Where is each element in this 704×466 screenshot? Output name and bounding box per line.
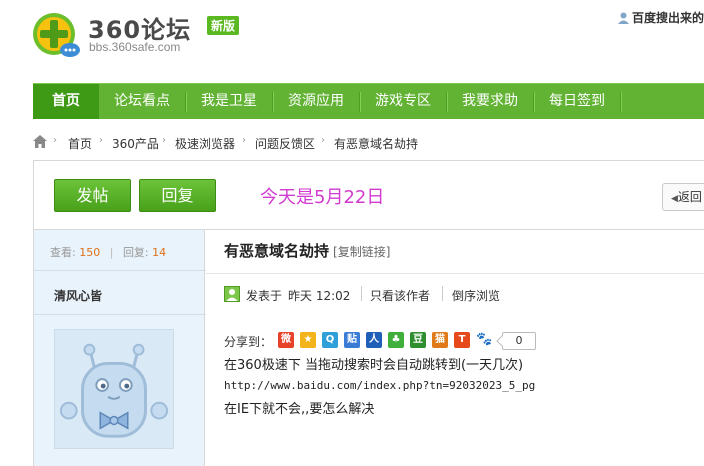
nav-item-home[interactable]: 首页 — [33, 84, 99, 119]
author-only-link[interactable]: 只看该作者 — [370, 287, 430, 304]
meta-separator — [361, 286, 362, 301]
post-body-line: 在360极速下 当拖动搜索时会自动跳转到(一天几次) — [224, 358, 524, 373]
back-button[interactable]: ◀返回 — [662, 183, 704, 211]
taobao-icon[interactable]: T — [454, 332, 470, 348]
breadcrumb-arrow: › — [99, 135, 103, 146]
breadcrumb-arrow: › — [53, 135, 57, 146]
stats-separator: | — [109, 246, 114, 259]
posted-label: 发表于 — [246, 289, 283, 303]
breadcrumb-feedback[interactable]: 问题反馈区 — [255, 135, 315, 152]
logo-badge: 新版 — [207, 16, 240, 35]
title-divider — [206, 273, 704, 274]
today-date-text: 今天是5月22日 — [260, 187, 385, 208]
post-body-url[interactable]: http://www.baidu.com/index.php?tn=920320… — [224, 379, 535, 392]
nav-item-satellite[interactable]: 我是卫星 — [186, 84, 272, 119]
tencent-weibo-icon[interactable]: Q — [322, 332, 338, 348]
thread-toolbar: 发帖 回复 今天是5月22日 ◀返回 — [33, 160, 704, 230]
nav-item-highlights[interactable]: 论坛看点 — [99, 84, 185, 119]
author-sidebar: 查看: 150 | 回复: 14 清风心皆 — [33, 230, 206, 466]
share-count: 0 — [502, 332, 536, 350]
douban-icon[interactable]: 豆 — [410, 332, 426, 348]
logo-url: bbs.360safe.com — [89, 40, 181, 54]
sidebar-divider — [34, 314, 206, 315]
avatar[interactable] — [54, 329, 174, 449]
breadcrumb-home[interactable]: 首页 — [68, 135, 92, 152]
baidu-tieba-icon[interactable]: 贴 — [344, 332, 360, 348]
views-label: 查看: — [50, 246, 76, 259]
share-label: 分享到： — [224, 335, 273, 349]
nav-separator — [620, 92, 621, 112]
nav-item-help[interactable]: 我要求助 — [447, 84, 533, 119]
posted-time: 昨天 12:02 — [288, 289, 351, 303]
main-nav: 首页 论坛看点 我是卫星 资源应用 游戏专区 我要求助 每日签到 — [33, 83, 704, 119]
breadcrumb-speed-browser[interactable]: 极速浏览器 — [175, 135, 235, 152]
new-post-button[interactable]: 发帖 — [54, 179, 131, 212]
sidebar-divider — [34, 270, 206, 271]
mop-icon[interactable]: 猫 — [432, 332, 448, 348]
breadcrumb-current-thread[interactable]: 有恶意域名劫持 — [334, 135, 418, 152]
home-icon[interactable] — [33, 135, 47, 148]
sina-weibo-icon[interactable]: 微 — [278, 332, 294, 348]
reply-button[interactable]: 回复 — [139, 179, 216, 212]
user-icon — [617, 12, 629, 24]
author-name[interactable]: 清风心皆 — [54, 287, 102, 304]
chevron-left-icon: ◀ — [671, 194, 678, 204]
post-body-line: 在IE下就不会,,要怎么解决 — [224, 402, 375, 417]
robot-avatar-icon — [55, 330, 173, 448]
back-button-label: 返回 — [677, 190, 702, 204]
copy-link-button[interactable]: [复制链接] — [333, 245, 390, 259]
kaixin-icon[interactable]: ♣ — [388, 332, 404, 348]
nav-item-checkin[interactable]: 每日签到 — [534, 84, 620, 119]
user-online-icon — [224, 286, 240, 302]
qzone-icon[interactable]: ★ — [300, 332, 316, 348]
post-title-row: 有恶意域名劫持 [复制链接] — [224, 240, 390, 261]
views-count: 150 — [79, 246, 101, 259]
breadcrumb-360-products[interactable]: 360产品 — [112, 135, 159, 152]
replies-count: 14 — [152, 246, 167, 259]
baidu-icon[interactable]: 🐾 — [476, 332, 492, 348]
site-header: 360论坛 新版 bbs.360safe.com 百度搜出来的 — [0, 0, 704, 82]
reverse-order-link[interactable]: 倒序浏览 — [452, 287, 500, 304]
post-content: 有恶意域名劫持 [复制链接] 发表于 昨天 12:02 只看该作者 倒序浏览 分享… — [206, 230, 704, 466]
nav-item-games[interactable]: 游戏专区 — [360, 84, 446, 119]
header-user-area[interactable]: 百度搜出来的 — [617, 9, 704, 26]
nav-item-resources[interactable]: 资源应用 — [273, 84, 359, 119]
header-right-text: 百度搜出来的 — [631, 11, 704, 25]
360-logo-icon — [33, 13, 80, 57]
breadcrumb-arrow: › — [321, 135, 325, 146]
breadcrumb-arrow: › — [242, 135, 246, 146]
renren-icon[interactable]: 人 — [366, 332, 382, 348]
post-title: 有恶意域名劫持 — [224, 242, 330, 260]
meta-separator — [442, 286, 443, 301]
breadcrumb-arrow: › — [162, 135, 166, 146]
site-logo[interactable]: 360论坛 新版 bbs.360safe.com — [32, 8, 272, 64]
thread-stats: 查看: 150 | 回复: 14 — [50, 244, 166, 260]
replies-label: 回复: — [122, 246, 149, 259]
